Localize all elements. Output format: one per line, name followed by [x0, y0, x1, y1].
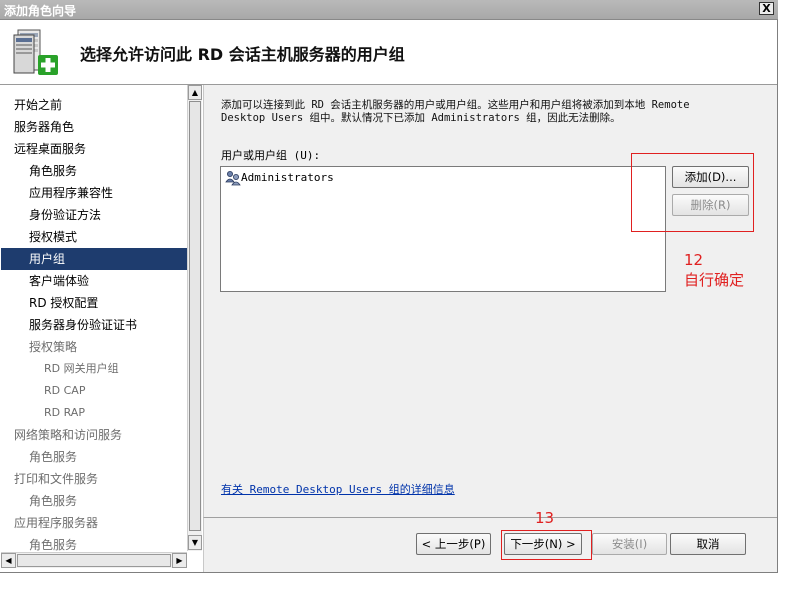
users-groups-label: 用户或用户组 (U):	[221, 149, 321, 162]
step-print-role-services: 角色服务	[29, 494, 78, 508]
sidebar-vertical-scrollbar[interactable]: ▲ ▼	[187, 85, 202, 551]
user-group-icon	[225, 171, 241, 186]
horizontal-scroll-thumb[interactable]	[17, 554, 171, 567]
step-print-file-services: 打印和文件服务	[14, 472, 99, 486]
more-info-link[interactable]: 有关 Remote Desktop Users 组的详细信息	[221, 481, 455, 497]
description-line-2: Desktop Users 组中。默认情况下已添加 Administrators…	[221, 112, 621, 124]
step-user-groups[interactable]: 用户组	[1, 248, 187, 270]
scroll-up-button[interactable]: ▲	[188, 85, 202, 100]
step-licensing-mode[interactable]: 授权模式	[1, 226, 187, 248]
wizard-steps-sidebar: 开始之前 服务器角色 远程桌面服务 角色服务 应用程序兼容性 身份验证方法 授权…	[1, 85, 187, 551]
step-rd-rap: RD RAP	[44, 406, 85, 419]
list-item[interactable]: Administrators	[225, 170, 334, 186]
main-content-panel: 添加可以连接到此 RD 会话主机服务器的用户或用户组。这些用户和用户组将被添加到…	[203, 85, 777, 517]
title-bar[interactable]: 添加角色向导 X	[0, 0, 778, 20]
step-rd-gateway-user-groups: RD 网关用户组	[44, 362, 119, 375]
step-rd-cap: RD CAP	[44, 384, 86, 397]
step-client-experience[interactable]: 客户端体验	[1, 270, 187, 292]
step-npas-role-services: 角色服务	[29, 450, 78, 464]
step-application-server: 应用程序服务器	[14, 516, 99, 530]
annotation-step-13-number: 13	[535, 509, 555, 527]
step-server-roles[interactable]: 服务器角色	[1, 116, 187, 138]
scroll-right-button[interactable]: ▶	[172, 553, 187, 568]
page-title: 选择允许访问此 RD 会话主机服务器的用户组	[80, 45, 405, 64]
install-button[interactable]: 安装(I)	[592, 533, 667, 555]
description-line-1: 添加可以连接到此 RD 会话主机服务器的用户或用户组。这些用户和用户组将被添加到…	[221, 99, 690, 111]
list-item-label: Administrators	[241, 171, 334, 184]
scroll-left-button[interactable]: ◀	[1, 553, 16, 568]
scroll-down-button[interactable]: ▼	[188, 535, 202, 550]
page-description: 添加可以连接到此 RD 会话主机服务器的用户或用户组。这些用户和用户组将被添加到…	[221, 99, 766, 125]
step-network-policy-access: 网络策略和访问服务	[14, 428, 123, 442]
wizard-footer: < 上一步(P) 下一步(N) > 安装(I) 取消 13	[203, 509, 777, 572]
annotation-step-12-text: 自行确定	[684, 271, 745, 289]
close-button[interactable]: X	[759, 2, 774, 15]
step-role-services[interactable]: 角色服务	[1, 160, 187, 182]
previous-button[interactable]: < 上一步(P)	[416, 533, 491, 555]
step-app-server-role-services: 角色服务	[29, 538, 78, 551]
cancel-button[interactable]: 取消	[670, 533, 746, 555]
step-authorization-policies: 授权策略	[29, 340, 78, 354]
wizard-header: 选择允许访问此 RD 会话主机服务器的用户组	[0, 20, 777, 85]
annotation-box-13	[501, 530, 592, 560]
step-before-you-begin[interactable]: 开始之前	[1, 94, 187, 116]
step-remote-desktop-services[interactable]: 远程桌面服务	[1, 138, 187, 160]
add-roles-wizard-window: 添加角色向导 X 选择允许访问此 RD 会话主机服务器的用户组 开始之前 服务器…	[0, 0, 778, 573]
step-application-compatibility[interactable]: 应用程序兼容性	[1, 182, 187, 204]
users-groups-listbox[interactable]: Administrators	[220, 166, 666, 292]
sidebar-horizontal-scrollbar[interactable]: ◀ ▶	[1, 552, 187, 568]
step-rd-licensing-config[interactable]: RD 授权配置	[1, 292, 187, 314]
server-add-icon	[13, 29, 58, 75]
annotation-step-12-number: 12	[684, 251, 704, 269]
step-authentication-method[interactable]: 身份验证方法	[1, 204, 187, 226]
annotation-box-12	[631, 153, 754, 232]
step-server-auth-certificate[interactable]: 服务器身份验证证书	[1, 314, 187, 336]
window-title: 添加角色向导	[4, 4, 77, 18]
scroll-thumb[interactable]	[189, 101, 201, 531]
